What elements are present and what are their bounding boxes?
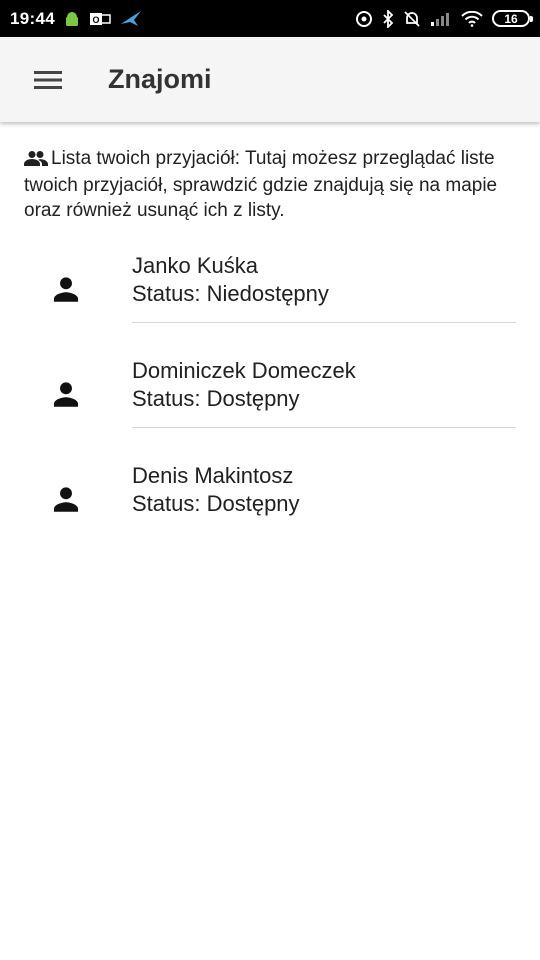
friend-status: Status: Dostępny (132, 386, 300, 411)
person-icon (46, 374, 86, 414)
page-title: Znajomi (108, 64, 212, 94)
friend-name: Janko Kuśka (132, 253, 258, 278)
menu-button[interactable] (22, 54, 74, 106)
bird-icon (120, 10, 142, 28)
main-content: Lista twoich przyjaciół: Tutaj możesz pr… (0, 122, 540, 556)
bluetooth-icon (382, 9, 394, 28)
divider (132, 427, 516, 428)
person-icon (46, 269, 86, 309)
signal-icon (430, 11, 452, 27)
intro-paragraph: Lista twoich przyjaciół: Tutaj możesz pr… (0, 122, 540, 223)
friend-name: Dominiczek Domeczek (132, 358, 356, 383)
friend-item[interactable]: Denis Makintosz Status: Dostępny (0, 451, 540, 556)
intro-text: Lista twoich przyjaciół: Tutaj możesz pr… (24, 148, 498, 221)
android-icon (64, 11, 80, 27)
friends-list: Janko Kuśka Status: Niedostępny Dominicz… (0, 241, 540, 556)
outlook-icon: O (89, 11, 111, 27)
mute-icon (403, 10, 421, 28)
hamburger-menu-icon (34, 70, 62, 89)
wifi-icon (461, 10, 483, 27)
battery-indicator: 16 (492, 10, 533, 27)
friend-item[interactable]: Dominiczek Domeczek Status: Dostępny (0, 346, 540, 451)
friend-item[interactable]: Janko Kuśka Status: Niedostępny (0, 241, 540, 346)
divider (132, 322, 516, 323)
friend-status: Status: Niedostępny (132, 281, 329, 306)
people-icon (24, 148, 48, 173)
friend-name: Denis Makintosz (132, 463, 294, 488)
friend-status: Status: Dostępny (132, 491, 300, 516)
hotspot-icon (355, 10, 373, 28)
person-icon (46, 479, 86, 519)
svg-text:O: O (92, 15, 99, 25)
status-bar: 19:44 O 16 (0, 0, 540, 37)
app-bar: Znajomi (0, 37, 540, 122)
status-time: 19:44 (10, 8, 55, 28)
